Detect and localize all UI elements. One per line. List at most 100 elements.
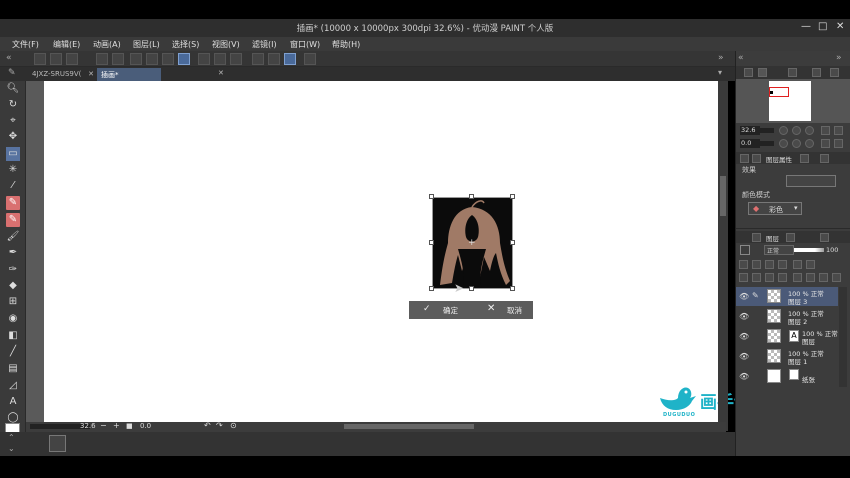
snap-special-ruler-icon[interactable] <box>268 53 280 65</box>
navigator-fit-icon[interactable] <box>805 126 814 135</box>
eye-icon[interactable]: 👁︎ <box>739 372 749 381</box>
blend-icon[interactable]: ⊞ <box>6 295 20 309</box>
layer-row[interactable]: 👁︎ 100 % 正常 图层 2 <box>736 307 838 326</box>
chevron-down-icon[interactable]: ⌄ <box>8 444 15 453</box>
reset-rotate-icon[interactable]: ⊙ <box>230 421 237 430</box>
timeline-icon[interactable] <box>49 435 66 452</box>
eyedropper-icon[interactable]: ⁄ <box>6 179 20 193</box>
invert-selection-icon[interactable] <box>214 53 226 65</box>
clip-icon[interactable] <box>752 260 761 269</box>
delete-layer-icon[interactable] <box>832 273 841 282</box>
navigator-flip-h-icon[interactable] <box>821 139 830 148</box>
menu-help[interactable]: 帮助(H) <box>332 39 360 50</box>
move-layer-icon[interactable]: ✥ <box>6 130 20 144</box>
layer-row[interactable]: 👁︎ A 100 % 正常 图层 <box>736 327 838 346</box>
layer-list-scrollbar[interactable] <box>839 287 847 387</box>
layer-row[interactable]: 👁︎ 100 % 正常 图层 1 <box>736 347 838 366</box>
hscroll-thumb[interactable] <box>344 424 474 429</box>
pencil-icon[interactable]: ✎ <box>6 213 20 227</box>
tab-close-icon[interactable]: ✕ <box>218 69 224 77</box>
eye-icon[interactable]: 👁︎ <box>739 332 749 341</box>
zoom-out-icon[interactable]: − <box>100 421 107 430</box>
navigator-view[interactable] <box>736 79 850 123</box>
rotate-right-icon[interactable]: ↷ <box>216 421 223 430</box>
layer-row[interactable]: 👁︎ ✎ 100 % 正常 图层 3 <box>736 287 838 306</box>
chevron-up-icon[interactable]: ⌃ <box>8 433 15 442</box>
panel-menu-icon[interactable] <box>830 68 839 77</box>
mask-apply-icon[interactable] <box>819 273 828 282</box>
decoration-icon[interactable]: ✑ <box>6 263 20 277</box>
undo-icon[interactable] <box>96 53 108 65</box>
menu-view[interactable]: 视图(V) <box>212 39 240 50</box>
new-file-icon[interactable] <box>34 53 46 65</box>
new-raster-layer-icon[interactable] <box>739 273 748 282</box>
airbrush-icon[interactable]: ✒ <box>6 246 20 260</box>
navigator-reset-rotate-icon[interactable] <box>805 139 814 148</box>
navigator-zoom-out-icon[interactable] <box>779 126 788 135</box>
navigator-zoom-value[interactable]: 32.6 <box>740 126 760 135</box>
cancel-button[interactable]: 取消 <box>507 305 522 316</box>
selection-border-icon[interactable] <box>230 53 242 65</box>
save-icon[interactable] <box>66 53 78 65</box>
figure-icon[interactable]: ╱ <box>6 345 20 359</box>
vscroll-thumb[interactable] <box>720 176 726 216</box>
eye-icon[interactable]: 👁︎ <box>739 312 749 321</box>
transform-handle-tc[interactable] <box>469 194 474 199</box>
close-button[interactable]: ✕ <box>836 21 844 32</box>
transform-handle-bl[interactable] <box>429 286 434 291</box>
navigator-zoom-in-icon[interactable] <box>792 126 801 135</box>
opacity-value[interactable]: 100 <box>826 246 838 254</box>
menu-filter[interactable]: 滤镜(I) <box>252 39 277 50</box>
menu-select[interactable]: 选择(S) <box>172 39 199 50</box>
panel-expand-icon[interactable]: » <box>836 53 842 63</box>
layer-color-icon[interactable] <box>740 245 750 255</box>
info-tab-icon[interactable] <box>812 68 821 77</box>
zoom-icon[interactable]: 🔍︎ <box>6 82 20 96</box>
rotate-view-icon[interactable]: ↻ <box>6 98 20 112</box>
navigator-flip-v-icon[interactable] <box>834 139 843 148</box>
fill-tool-icon[interactable]: ◉ <box>6 312 20 326</box>
transform-handle-bc[interactable] <box>469 286 474 291</box>
layer-property-icon[interactable] <box>752 154 761 163</box>
layer-tab[interactable]: 图层 <box>766 233 779 243</box>
eye-icon[interactable]: 👁︎ <box>739 292 749 301</box>
selection-icon[interactable]: ▭ <box>6 147 20 161</box>
layers-icon[interactable] <box>752 233 761 242</box>
snap-ruler-icon[interactable] <box>252 53 264 65</box>
drag-icon[interactable] <box>740 154 749 163</box>
zoom-value[interactable]: 32.6 <box>80 422 96 430</box>
navigator-angle-value[interactable]: 0.0 <box>740 139 760 148</box>
transform-center-icon[interactable]: + <box>468 238 476 248</box>
collapse-icon[interactable]: « <box>6 53 12 63</box>
menu-window[interactable]: 窗口(W) <box>290 39 320 50</box>
ruler-layer-icon[interactable] <box>806 260 815 269</box>
transform-handle-tl[interactable] <box>429 194 434 199</box>
new-folder-icon[interactable] <box>765 273 774 282</box>
transform-handle-br[interactable] <box>510 286 515 291</box>
rotate-left-icon[interactable]: ↶ <box>204 421 211 430</box>
new-vector-layer-icon[interactable] <box>752 273 761 282</box>
cut-icon[interactable] <box>146 53 158 65</box>
transfer-down-icon[interactable] <box>778 273 787 282</box>
transform-handle-tr[interactable] <box>510 194 515 199</box>
tab-close-icon[interactable]: ✕ <box>88 70 94 78</box>
mask-add-icon[interactable] <box>806 273 815 282</box>
menu-animation[interactable]: 动画(A) <box>93 39 121 50</box>
canvas-paper[interactable] <box>44 81 718 422</box>
ruler-icon[interactable]: ◿ <box>6 379 20 393</box>
open-file-icon[interactable] <box>50 53 62 65</box>
deselect-icon[interactable] <box>198 53 210 65</box>
eraser-icon[interactable]: ◆ <box>6 279 20 293</box>
operation-icon[interactable]: ⌖ <box>6 114 20 128</box>
transform-icon[interactable] <box>178 53 190 65</box>
opacity-slider[interactable] <box>794 248 824 252</box>
check-icon[interactable]: ✓ <box>423 304 431 314</box>
frame-icon[interactable]: ▤ <box>6 362 20 376</box>
merge-down-icon[interactable] <box>793 273 802 282</box>
fill-icon[interactable] <box>162 53 174 65</box>
tab-document-1[interactable]: 4JXZ-SRUS9V( ✕ <box>28 68 96 81</box>
confirm-button[interactable]: 确定 <box>443 305 458 316</box>
panel-menu-icon-2[interactable] <box>820 154 829 163</box>
tab-document-2[interactable]: 插画* <box>97 68 161 81</box>
cancel-x-icon[interactable]: ✕ <box>487 303 495 314</box>
